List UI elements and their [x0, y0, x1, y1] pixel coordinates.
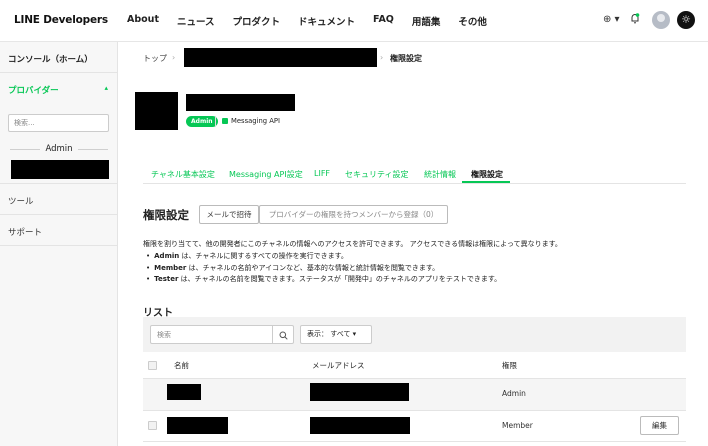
- sidebar-divider: [0, 214, 118, 215]
- sidebar: コンソール（ホーム） プロバイダー ▴ Admin ツール サポート: [0, 42, 118, 446]
- user-avatar[interactable]: [652, 11, 670, 29]
- tab-security[interactable]: セキュリティ設定: [345, 169, 409, 180]
- tab-messaging-api[interactable]: Messaging API設定: [229, 169, 303, 180]
- edit-member-button[interactable]: 編集: [640, 416, 679, 435]
- display-filter-dropdown[interactable]: 表示： すべて ▾: [300, 325, 372, 344]
- language-globe-icon[interactable]: ⊕ ▾: [603, 14, 620, 25]
- member-role: Member: [502, 421, 533, 430]
- role-description-list: Admin は、チャネルに関するすべての操作を実行できます。 Member は、…: [143, 251, 562, 286]
- table-row: [143, 378, 686, 410]
- tab-liff[interactable]: LIFF: [314, 169, 330, 178]
- breadcrumb-redacted[interactable]: [184, 48, 377, 67]
- channel-icon-redacted: [135, 92, 178, 130]
- sidebar-item-tools[interactable]: ツール: [8, 195, 34, 207]
- role-description-member: Member は、チャネルの名前やアイコンなど、基本的な情報と統計情報を閲覧でき…: [146, 263, 562, 275]
- sidebar-divider: [0, 183, 118, 184]
- sidebar-search-input[interactable]: [8, 114, 109, 132]
- nav-more[interactable]: その他: [458, 14, 487, 28]
- page-title: 権限設定: [143, 208, 189, 222]
- breadcrumb-separator: ›: [172, 53, 176, 62]
- permissions-intro: 権限を割り当てて、他の開発者にこのチャネルの情報へのアクセスを許可できます。 ア…: [143, 240, 562, 248]
- register-from-provider-button[interactable]: プロバイダーの権限を持つメンバーから登録（0）: [259, 205, 448, 224]
- sidebar-divider: [0, 245, 118, 246]
- sidebar-redacted-provider[interactable]: [11, 160, 109, 179]
- member-name-redacted: [167, 417, 228, 434]
- breadcrumb-current: 権限設定: [390, 54, 422, 63]
- theme-toggle-icon[interactable]: ☼: [677, 11, 695, 29]
- search-icon: [279, 331, 288, 340]
- messaging-api-icon: [222, 118, 228, 124]
- channel-type: Messaging API: [222, 117, 280, 125]
- column-header-name: 名前: [174, 361, 189, 370]
- sidebar-item-support[interactable]: サポート: [8, 226, 42, 238]
- chevron-up-icon[interactable]: ▴: [104, 84, 108, 92]
- role-description-tester: Tester は、チャネルの名前を閲覧できます。ステータスが「開発中」のチャネル…: [146, 274, 562, 286]
- nav-glossary[interactable]: 用語集: [412, 14, 441, 28]
- member-email-redacted: [310, 383, 409, 401]
- role-description-admin: Admin は、チャネルに関するすべての操作を実行できます。: [146, 251, 562, 263]
- member-name-redacted: [167, 384, 201, 400]
- invite-by-email-button[interactable]: メールで招待: [199, 205, 259, 224]
- breadcrumb-separator: ›: [380, 53, 384, 62]
- line-developers-logo[interactable]: LINE Developers: [14, 14, 108, 26]
- active-tab-indicator: [462, 181, 510, 183]
- channel-type-label: Messaging API: [231, 117, 281, 125]
- breadcrumb-top[interactable]: トップ: [143, 53, 167, 64]
- nav-documents[interactable]: ドキュメント: [298, 14, 355, 28]
- nav-about[interactable]: About: [127, 14, 159, 28]
- column-header-role: 権限: [502, 361, 517, 370]
- sidebar-item-provider[interactable]: プロバイダー ▴: [0, 73, 118, 104]
- channel-tabs: チャネル基本設定 Messaging API設定 LIFF セキュリティ設定 統…: [143, 160, 686, 184]
- row-checkbox[interactable]: [148, 421, 157, 430]
- list-search-button[interactable]: [272, 325, 294, 344]
- notification-bell-icon[interactable]: [630, 13, 640, 24]
- top-header: LINE Developers About ニュース プロダクト ドキュメント …: [0, 0, 708, 42]
- permissions-description: 権限を割り当てて、他の開発者にこのチャネルの情報へのアクセスを許可できます。 ア…: [143, 239, 562, 286]
- nav-news[interactable]: ニュース: [177, 14, 215, 28]
- nav-products[interactable]: プロダクト: [233, 14, 281, 28]
- tab-permissions[interactable]: 権限設定: [471, 169, 503, 180]
- list-search-input[interactable]: [150, 325, 273, 344]
- badge-divider: [215, 116, 216, 127]
- main-nav: About ニュース プロダクト ドキュメント FAQ 用語集 その他: [127, 14, 505, 28]
- sidebar-item-console-home[interactable]: コンソール（ホーム）: [0, 42, 118, 73]
- select-all-checkbox[interactable]: [148, 361, 157, 370]
- member-role: Admin: [502, 389, 526, 398]
- sidebar-item-provider-label: プロバイダー: [8, 86, 59, 96]
- nav-faq[interactable]: FAQ: [373, 14, 394, 28]
- member-email-redacted: [310, 417, 410, 434]
- column-header-email: メールアドレス: [312, 361, 365, 370]
- role-badge: Admin: [186, 116, 218, 127]
- channel-name-redacted: [186, 94, 295, 111]
- tab-basic-settings[interactable]: チャネル基本設定: [151, 169, 215, 180]
- tab-statistics[interactable]: 統計情報: [424, 169, 456, 180]
- sidebar-role-heading: Admin: [0, 144, 118, 154]
